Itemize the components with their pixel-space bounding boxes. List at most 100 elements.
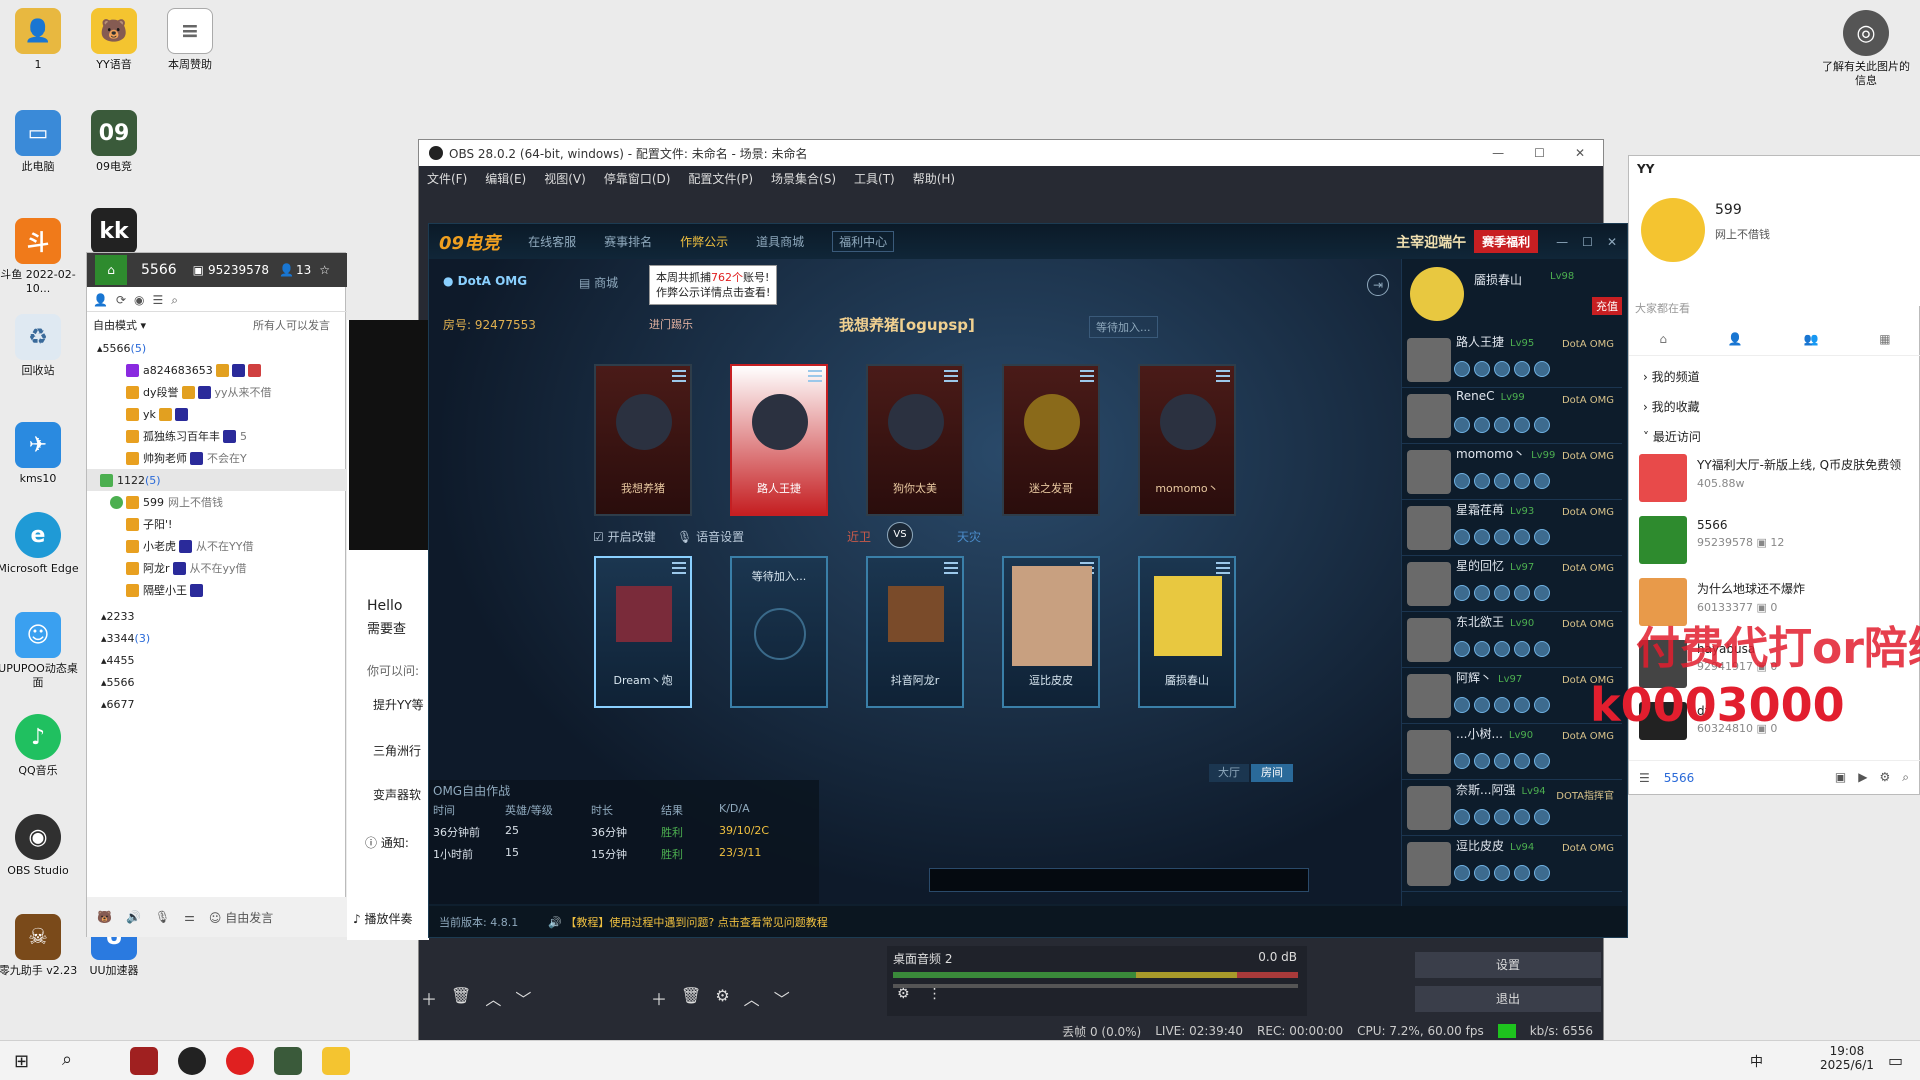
remove-source-button[interactable]: 🗑: [681, 986, 701, 1010]
player-slot[interactable]: 抖音阿龙r: [866, 556, 964, 708]
yy-avatar-icon[interactable]: 🐻: [97, 910, 112, 924]
friend-row[interactable]: 星的回忆 Lv97 DotA OMG: [1402, 557, 1622, 612]
promo-button[interactable]: 赛季福利: [1474, 230, 1539, 253]
slot-menu-icon[interactable]: [1080, 370, 1094, 382]
volume-slider[interactable]: [893, 984, 1298, 988]
search-icon[interactable]: ⌕: [171, 293, 178, 308]
member-row[interactable]: 子阳'!: [87, 513, 347, 535]
member-row[interactable]: a824683653: [87, 359, 347, 381]
location-icon[interactable]: ◉: [134, 293, 144, 308]
slot-menu-icon[interactable]: [1216, 562, 1230, 574]
tab-hall[interactable]: 大厅: [1209, 764, 1249, 782]
remove-scene-button[interactable]: 🗑: [451, 986, 471, 1010]
member-row[interactable]: 小老虎 从不在YY借: [87, 535, 347, 557]
friend-row[interactable]: 路人王捷 Lv95 DotA OMG: [1402, 333, 1622, 388]
desktop-icon-about-picture[interactable]: ◎ 了解有关此图片的信息: [1820, 10, 1912, 88]
search-icon[interactable]: ⌕: [62, 1049, 72, 1070]
member-row[interactable]: yk: [87, 403, 347, 425]
desktop-icon-yy[interactable]: 🐻 YY语音: [72, 8, 156, 72]
player-slot[interactable]: momomo丶: [1138, 364, 1236, 516]
maximize-icon[interactable]: ☐: [1582, 235, 1593, 249]
history-row[interactable]: 1小时前 15 15分钟 胜利 23/3/11: [433, 846, 813, 862]
source-down-button[interactable]: ﹀: [774, 986, 790, 1010]
user-add-icon[interactable]: 👤: [93, 293, 108, 308]
member-row[interactable]: dy段誉 yy从来不借: [87, 381, 347, 403]
member-row[interactable]: 599 网上不借钱: [87, 491, 347, 513]
desktop-icon-this-pc[interactable]: ▭ 此电脑: [0, 110, 80, 174]
friend-row[interactable]: momomo丶 Lv99 DotA OMG: [1402, 445, 1622, 500]
move-up-button[interactable]: ︿: [485, 986, 501, 1010]
room-row[interactable]: ▴ 4455: [87, 649, 347, 671]
play-accompany-button[interactable]: ♪ 播放伴奏: [353, 910, 413, 927]
wallet-icon[interactable]: ▣: [1835, 770, 1846, 785]
empty-slot[interactable]: 等待加入...: [730, 556, 828, 708]
friend-row[interactable]: ...小树... Lv90 DotA OMG: [1402, 725, 1622, 780]
groups-tab-icon[interactable]: 👥: [1804, 332, 1819, 346]
player-slot[interactable]: Dream丶炮: [594, 556, 692, 708]
section-my-favorites[interactable]: › 我的收藏: [1643, 398, 1700, 415]
desktop-icon-edge[interactable]: e Microsoft Edge: [0, 512, 80, 576]
exit-button[interactable]: 退出: [1415, 986, 1601, 1012]
menu-profile[interactable]: 配置文件(P): [688, 170, 753, 187]
ask-item-1[interactable]: 提升YY等: [373, 696, 424, 713]
avatar[interactable]: [1641, 198, 1705, 262]
friend-row[interactable]: 东北欲王 Lv90 DotA OMG: [1402, 613, 1622, 668]
friend-row[interactable]: 奈斯...阿强 Lv94 DOTA指挥官: [1402, 781, 1622, 836]
history-row[interactable]: 36分钟前 25 36分钟 胜利 39/10/2C: [433, 824, 813, 840]
member-row[interactable]: 阿龙r 从不在yy借: [87, 557, 347, 579]
desktop-icon-obs[interactable]: ◉ OBS Studio: [0, 814, 80, 878]
desktop-icon-09[interactable]: 09 09电竞: [72, 110, 156, 174]
menu-view[interactable]: 视图(V): [544, 170, 586, 187]
taskbar-yy-icon[interactable]: [322, 1047, 350, 1075]
shop-link[interactable]: ▤ 商城: [579, 274, 618, 291]
room-row[interactable]: ▴ 2233: [87, 605, 347, 627]
slot-menu-icon[interactable]: [808, 370, 822, 382]
close-icon[interactable]: ✕: [1607, 235, 1617, 249]
chat-input[interactable]: [929, 868, 1309, 892]
member-row[interactable]: 孤独练习百年丰 5: [87, 425, 347, 447]
voice-settings[interactable]: 🎙 语音设置: [677, 528, 744, 545]
member-row[interactable]: 隔壁小王: [87, 579, 347, 601]
recharge-button[interactable]: 充值: [1592, 297, 1622, 315]
desktop-icon-douyu[interactable]: 斗斗鱼 2022-02-10...: [0, 218, 80, 296]
player-slot[interactable]: 路人王捷: [730, 364, 828, 516]
menu-icon[interactable]: ☰: [1639, 771, 1650, 785]
ime-indicator[interactable]: 中: [1750, 1051, 1763, 1070]
player-slot[interactable]: 迷之发哥: [1002, 364, 1100, 516]
taskbar-netease-icon[interactable]: [226, 1047, 254, 1075]
taskbar-douyu-icon[interactable]: [130, 1047, 158, 1075]
friend-row[interactable]: 逗比皮皮 Lv94 DotA OMG: [1402, 837, 1622, 892]
menu-scene-collection[interactable]: 场景集合(S): [771, 170, 836, 187]
desktop-icon-sponsor[interactable]: ≡ 本周赞助: [148, 8, 232, 72]
desktop-icon-kk[interactable]: kk: [72, 208, 156, 254]
menu-edit[interactable]: 编辑(E): [485, 170, 526, 187]
ask-item-2[interactable]: 三角洲行: [373, 742, 421, 759]
taskbar-09-icon[interactable]: [274, 1047, 302, 1075]
recent-item[interactable]: YY福利大厅-新版上线, Q币皮肤免费领 405.88w: [1629, 448, 1920, 510]
slot-menu-icon[interactable]: [944, 370, 958, 382]
notice-tooltip[interactable]: 本周共抓捕762个账号! 作弊公示详情点击查看!: [649, 265, 778, 305]
nav-cheat[interactable]: 作弊公示: [680, 233, 728, 250]
section-my-channels[interactable]: › 我的频道: [1643, 368, 1700, 385]
add-source-button[interactable]: ＋: [651, 986, 667, 1010]
minimize-icon[interactable]: —: [1556, 235, 1568, 249]
desktop-icon-upupoo[interactable]: ☺ UPUPOO动态桌面: [0, 612, 80, 690]
desktop-icon-qqmusic[interactable]: ♪ QQ音乐: [0, 714, 80, 778]
slot-menu-icon[interactable]: [944, 562, 958, 574]
tutorial-link[interactable]: 🔊 【教程】使用过程中遇到问题? 点击查看常见问题教程: [548, 914, 828, 930]
subchannel-row[interactable]: 1122 (5): [87, 469, 347, 491]
move-down-button[interactable]: ﹀: [515, 986, 531, 1010]
nav-shop[interactable]: 道具商城: [756, 233, 804, 250]
sync-icon[interactable]: ⟳: [116, 293, 126, 308]
menu-help[interactable]: 帮助(H): [913, 170, 955, 187]
contacts-tab-icon[interactable]: 👤: [1728, 332, 1743, 346]
slot-menu-icon[interactable]: [672, 562, 686, 574]
recent-item[interactable]: 5566 95239578 ▣ 12: [1629, 510, 1920, 572]
member-row[interactable]: 帅狗老师 不会在Y: [87, 447, 347, 469]
source-up-button[interactable]: ︿: [744, 986, 760, 1010]
nav-ranking[interactable]: 赛事排名: [604, 233, 652, 250]
my-avatar[interactable]: [1410, 267, 1464, 321]
slot-menu-icon[interactable]: [672, 370, 686, 382]
clock[interactable]: 19:08 2025/6/1: [1820, 1044, 1874, 1072]
friend-row[interactable]: ReneC Lv99 DotA OMG: [1402, 389, 1622, 444]
